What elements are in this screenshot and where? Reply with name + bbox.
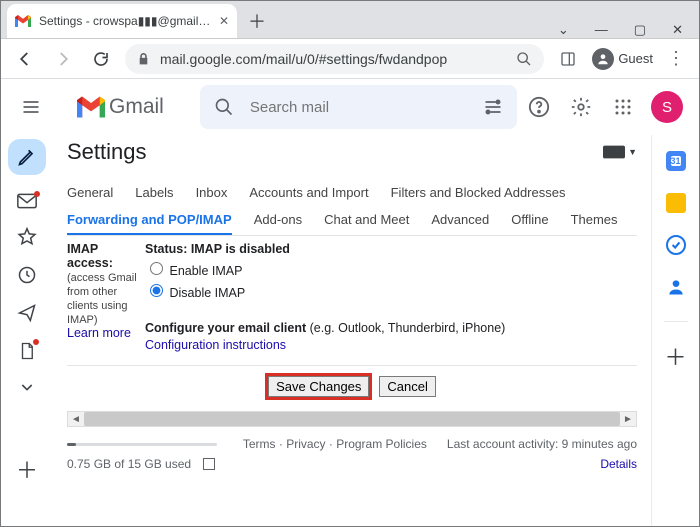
- back-button[interactable]: [11, 45, 39, 73]
- policy-links[interactable]: Terms · Privacy · Program Policies: [243, 437, 427, 451]
- footer-row2: 0.75 GB of 15 GB used Details: [67, 455, 637, 477]
- lock-icon: [137, 52, 150, 66]
- gmail-favicon: [15, 15, 31, 27]
- drafts-icon[interactable]: [18, 341, 36, 361]
- tab-title: Settings - crowspa▮▮▮@gmail…: [39, 14, 211, 28]
- tab-labels[interactable]: Labels: [135, 185, 173, 200]
- footer-row1: Terms · Privacy · Program Policies Last …: [67, 427, 637, 455]
- gmail-logo[interactable]: Gmail: [77, 95, 164, 119]
- config-instructions-link[interactable]: Configuration instructions: [145, 338, 286, 352]
- new-tab-button[interactable]: ＋: [243, 7, 271, 35]
- guest-avatar-icon: [592, 48, 614, 70]
- gear-icon[interactable]: [567, 93, 595, 121]
- zoom-icon[interactable]: [516, 51, 532, 67]
- scrollbar-right-arrow[interactable]: ►: [620, 414, 636, 425]
- tab-advanced[interactable]: Advanced: [431, 212, 489, 227]
- input-tools-button[interactable]: ▼: [603, 145, 637, 159]
- settings-tabs-row1: General Labels Inbox Accounts and Import…: [67, 165, 637, 206]
- snoozed-icon[interactable]: [17, 265, 37, 285]
- browser-tab[interactable]: Settings - crowspa▮▮▮@gmail… ✕: [7, 4, 237, 38]
- address-bar[interactable]: mail.google.com/mail/u/0/#settings/fwdan…: [125, 44, 544, 74]
- compose-button[interactable]: [8, 139, 46, 175]
- forward-button[interactable]: [49, 45, 77, 73]
- disable-imap-radio[interactable]: Disable IMAP: [145, 286, 245, 300]
- guest-label: Guest: [618, 51, 653, 66]
- contacts-icon[interactable]: [666, 277, 686, 297]
- storage-text: 0.75 GB of 15 GB used: [67, 457, 191, 471]
- scrollbar-track[interactable]: [84, 412, 620, 426]
- browser-menu-icon[interactable]: ⋮: [663, 48, 689, 69]
- tab-themes[interactable]: Themes: [571, 212, 618, 227]
- gmail-header: Gmail S: [1, 79, 699, 135]
- star-icon[interactable]: [17, 227, 37, 247]
- close-window-icon[interactable]: ✕: [672, 22, 683, 38]
- details-link[interactable]: Details: [600, 457, 637, 471]
- reader-mode-icon[interactable]: [554, 45, 582, 73]
- browser-tabstrip: Settings - crowspa▮▮▮@gmail… ✕ ＋ ⌄ — ▢ ✕: [1, 1, 699, 39]
- cancel-button[interactable]: Cancel: [379, 376, 435, 397]
- tab-accounts[interactable]: Accounts and Import: [249, 185, 368, 200]
- form-buttons: Save Changes Cancel: [67, 366, 637, 411]
- storage-meter: [67, 443, 217, 446]
- activity-text: Last account activity: 9 minutes ago: [447, 437, 637, 451]
- tab-addons[interactable]: Add-ons: [254, 212, 302, 227]
- keep-icon[interactable]: [666, 193, 686, 213]
- config-heading: Configure your email client: [145, 321, 306, 335]
- reload-button[interactable]: [87, 45, 115, 73]
- learn-more-link[interactable]: Learn more: [67, 326, 131, 340]
- minimize-icon[interactable]: —: [595, 22, 608, 38]
- search-icon: [214, 97, 234, 117]
- search-bar[interactable]: [200, 85, 517, 129]
- enable-imap-radio[interactable]: Enable IMAP: [145, 264, 242, 278]
- sent-icon[interactable]: [17, 303, 37, 323]
- tab-filters[interactable]: Filters and Blocked Addresses: [391, 185, 566, 200]
- imap-section-label: IMAP access: (access Gmail from other cl…: [67, 242, 145, 355]
- horizontal-scrollbar[interactable]: ◄ ►: [67, 411, 637, 427]
- settings-content: Settings ▼ General Labels Inbox Accounts…: [53, 135, 651, 526]
- tab-general[interactable]: General: [67, 185, 113, 200]
- search-input[interactable]: [248, 98, 469, 117]
- tab-chat[interactable]: Chat and Meet: [324, 212, 409, 227]
- search-options-icon[interactable]: [483, 97, 503, 117]
- maximize-icon[interactable]: ▢: [634, 22, 646, 38]
- window-controls: ⌄ — ▢ ✕: [558, 16, 699, 38]
- page-title: Settings: [67, 139, 147, 165]
- imap-section: IMAP access: (access Gmail from other cl…: [67, 236, 637, 366]
- tab-offline[interactable]: Offline: [511, 212, 548, 227]
- account-avatar[interactable]: S: [651, 91, 683, 123]
- product-name: Gmail: [109, 95, 164, 119]
- browser-toolbar: mail.google.com/mail/u/0/#settings/fwdan…: [1, 39, 699, 79]
- calendar-icon[interactable]: 31: [666, 151, 686, 171]
- open-external-icon[interactable]: [203, 458, 215, 470]
- apps-grid-icon[interactable]: [609, 93, 637, 121]
- help-icon[interactable]: [525, 93, 553, 121]
- mail-nav-icon[interactable]: [17, 193, 37, 209]
- side-panel: 31 ＋: [651, 135, 699, 526]
- tasks-icon[interactable]: [666, 235, 686, 255]
- new-label-icon[interactable]: ＋: [16, 453, 38, 485]
- nav-rail: ＋: [1, 135, 53, 526]
- save-changes-button[interactable]: Save Changes: [268, 376, 369, 397]
- chevron-down-icon[interactable]: ⌄: [558, 22, 569, 38]
- tab-forwarding[interactable]: Forwarding and POP/IMAP: [67, 212, 232, 235]
- url-text: mail.google.com/mail/u/0/#settings/fwdan…: [160, 51, 506, 67]
- hamburger-menu-icon[interactable]: [17, 93, 45, 121]
- scrollbar-left-arrow[interactable]: ◄: [68, 414, 84, 425]
- more-icon[interactable]: [19, 379, 35, 395]
- settings-tabs-row2: Forwarding and POP/IMAP Add-ons Chat and…: [67, 206, 637, 236]
- imap-status: Status: IMAP is disabled: [145, 242, 290, 256]
- close-icon[interactable]: ✕: [219, 14, 229, 28]
- profile-chip[interactable]: Guest: [592, 48, 653, 70]
- tab-inbox[interactable]: Inbox: [196, 185, 228, 200]
- get-addons-icon[interactable]: ＋: [666, 346, 686, 366]
